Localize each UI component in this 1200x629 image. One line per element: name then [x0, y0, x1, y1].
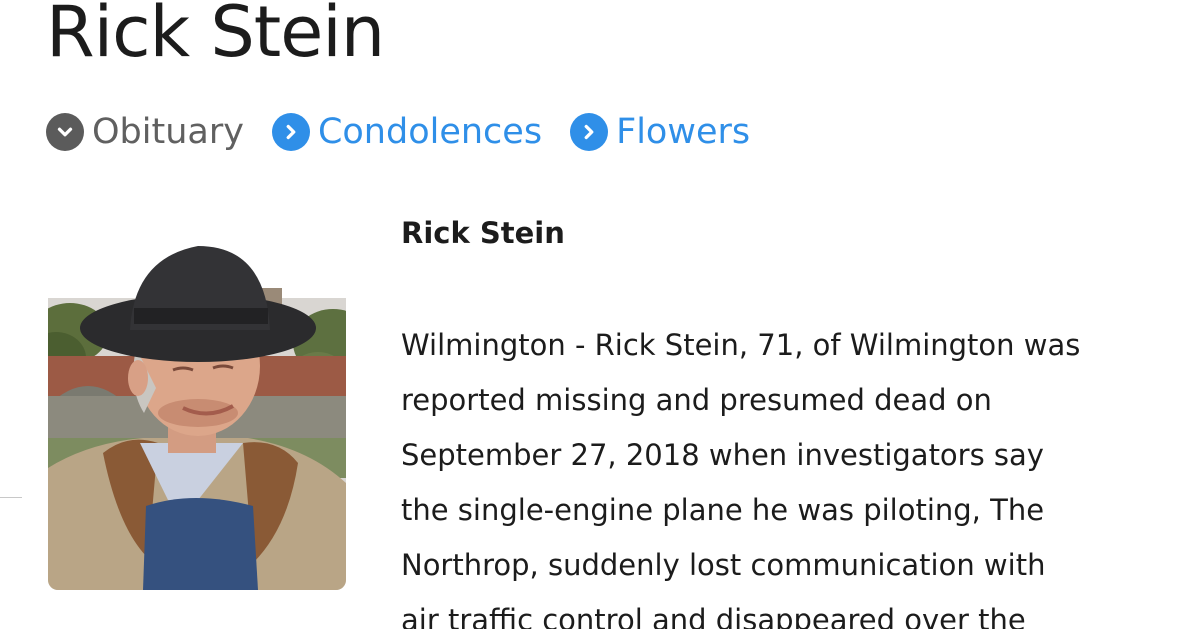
obituary-text-line: September 27, 2018 when investigators sa… [401, 438, 1044, 472]
obituary-tabs: Obituary Condolences Flowers [46, 108, 778, 156]
tab-condolences[interactable]: Condolences [271, 110, 543, 154]
divider [0, 497, 22, 498]
portrait-photo [48, 238, 346, 590]
obituary-page: Rick Stein Obituary Condolences Flowers [0, 0, 1200, 629]
chevron-right-icon [570, 113, 609, 151]
obituary-name: Rick Stein [401, 216, 565, 250]
obituary-text-line: reported missing and presumed dead on [401, 383, 992, 417]
chevron-right-icon [271, 113, 310, 151]
tab-flowers[interactable]: Flowers [570, 110, 750, 154]
tab-obituary-label: Obituary [92, 112, 244, 152]
obituary-text-line: Wilmington - Rick Stein, 71, of Wilmingt… [401, 328, 1081, 362]
tab-obituary[interactable]: Obituary [46, 110, 244, 154]
obituary-text-line: air traffic control and disappeared over… [401, 603, 1026, 629]
chevron-down-icon [46, 113, 84, 151]
obituary-text-line: Northrop, suddenly lost communication wi… [401, 548, 1046, 582]
tab-condolences-label: Condolences [317, 112, 543, 152]
page-title: Rick Stein [46, 0, 385, 73]
obituary-text-line: the single-engine plane he was piloting,… [401, 493, 1045, 527]
obituary-text: Wilmington - Rick Stein, 71, of Wilmingt… [401, 318, 1181, 629]
tab-flowers-label: Flowers [616, 112, 751, 152]
